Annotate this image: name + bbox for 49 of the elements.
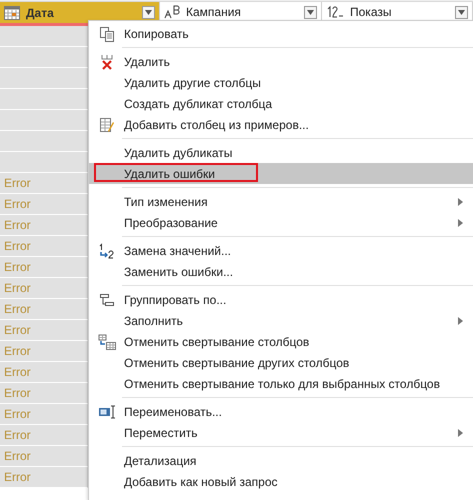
menu-item[interactable]: Преобразование	[89, 212, 473, 233]
number-type-icon	[326, 5, 344, 19]
table-cell: Error	[0, 257, 88, 278]
menu-item[interactable]: Удалить ошибки	[89, 163, 473, 184]
group-by-icon	[98, 292, 114, 306]
table-cell: Error	[0, 194, 88, 215]
menu-item[interactable]: Отменить свертывание только для выбранных столбцов	[89, 373, 473, 394]
table-cell: Error	[0, 173, 88, 194]
menu-item[interactable]: Тип изменения	[89, 191, 473, 212]
table-cell: Error	[0, 383, 88, 404]
column-header[interactable]: Дата	[0, 2, 160, 23]
menu-item[interactable]: Заполнить	[89, 310, 473, 331]
menu-item[interactable]: Удалить	[89, 51, 473, 72]
table-cell: Error	[0, 404, 88, 425]
menu-item[interactable]: Удалить дубликаты	[89, 142, 473, 163]
menu-item[interactable]: Заменить ошибки...	[89, 261, 473, 282]
table-cell: Error	[0, 320, 88, 341]
menu-item[interactable]: Переместить	[89, 422, 473, 443]
table-cell: Error	[0, 215, 88, 236]
menu-item[interactable]: Копировать	[89, 23, 473, 44]
table-cell: Error	[0, 467, 88, 488]
dropdown-icon[interactable]	[455, 6, 468, 18]
table-cell: Error	[0, 299, 88, 320]
menu-item[interactable]: Группировать по...	[89, 289, 473, 310]
table-cell: Error	[0, 278, 88, 299]
menu-item[interactable]: Детализация	[89, 450, 473, 471]
menu-item[interactable]: Переименовать...	[89, 401, 473, 422]
menu-item[interactable]: Отменить свертывание столбцов	[89, 331, 473, 352]
table-cell: Error	[0, 425, 88, 446]
delete-column-icon	[98, 54, 114, 70]
rename-icon	[98, 404, 116, 420]
menu-item[interactable]: Отменить свертывание других столбцов	[89, 352, 473, 373]
menu-item[interactable]: Удалить другие столбцы	[89, 72, 473, 93]
table-cell: Error	[0, 236, 88, 257]
menu-item[interactable]: Замена значений...	[89, 240, 473, 261]
table-cell: Error	[0, 362, 88, 383]
dropdown-icon[interactable]	[142, 6, 155, 19]
dropdown-icon[interactable]	[304, 6, 317, 18]
menu-item[interactable]: Добавить столбец из примеров...	[89, 114, 473, 135]
calendar-icon	[4, 6, 20, 20]
menu-item[interactable]: Добавить как новый запрос	[89, 471, 473, 492]
text-type-icon	[164, 5, 180, 19]
column-examples-icon	[98, 116, 114, 132]
replace-values-icon	[98, 242, 116, 258]
copy-icon	[98, 26, 114, 42]
table-cell: Error	[0, 341, 88, 362]
unpivot-icon	[98, 334, 116, 350]
menu-item[interactable]: Создать дубликат столбца	[89, 93, 473, 114]
table-cell: Error	[0, 446, 88, 467]
